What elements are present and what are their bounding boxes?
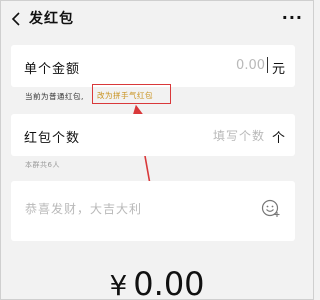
text-caret <box>267 57 268 73</box>
greeting-input[interactable]: 恭喜发财，大吉大利 <box>25 200 142 217</box>
packet-type-notice: 当前为普通红包, <box>25 92 84 101</box>
back-arrow-icon[interactable] <box>9 11 25 27</box>
count-input[interactable]: 填写个数 <box>213 127 265 144</box>
greeting-field[interactable]: 恭喜发财，大吉大利 <box>11 181 295 241</box>
count-unit: 个 <box>271 131 285 146</box>
count-label: 红包个数 <box>24 131 81 146</box>
amount-label: 单个金额 <box>24 62 81 77</box>
total-amount: ¥0.00 <box>1 265 313 300</box>
annotation-highlight-box <box>92 84 171 104</box>
amount-unit: 元 <box>271 62 285 77</box>
more-options-icon[interactable]: ··· <box>282 8 303 27</box>
amount-input[interactable]: 0.00 <box>236 58 265 73</box>
group-member-count: 本群共6人 <box>25 161 60 169</box>
total-value: 0.00 <box>133 265 205 300</box>
currency-symbol: ¥ <box>109 269 128 300</box>
count-row[interactable]: 红包个数 填写个数 个 <box>11 114 295 156</box>
amount-row[interactable]: 单个金额 0.00 元 <box>11 45 295 87</box>
screen: 发红包 ··· 单个金额 0.00 元 当前为普通红包, 改为拼手气红包 红包个… <box>0 0 314 300</box>
title-bar: 发红包 ··· <box>1 1 313 37</box>
page-title: 发红包 <box>29 11 74 27</box>
emoji-icon[interactable] <box>261 198 281 218</box>
